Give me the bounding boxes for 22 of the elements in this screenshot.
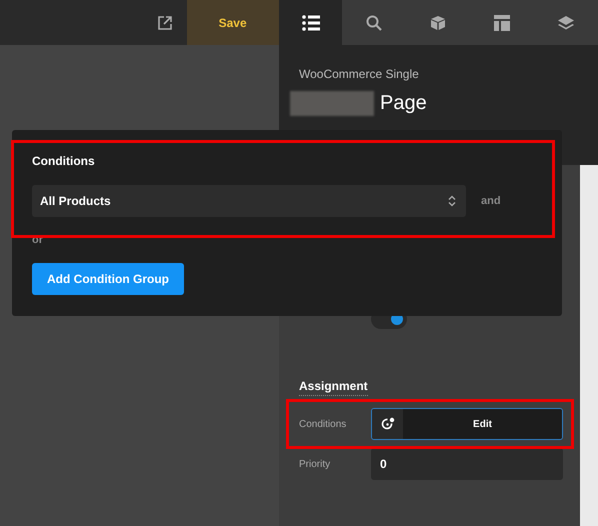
assignment-heading: Assignment xyxy=(299,379,368,396)
scrollbar-track[interactable] xyxy=(580,165,598,526)
layers-icon xyxy=(557,14,576,30)
layout-icon xyxy=(494,14,510,30)
conditions-field[interactable]: Edit xyxy=(371,408,563,440)
conditions-label: Conditions xyxy=(299,418,348,430)
list-icon xyxy=(302,14,320,30)
priority-field[interactable]: 0 xyxy=(371,448,563,480)
and-label: and xyxy=(481,195,501,207)
condition-select[interactable]: All Products xyxy=(32,185,466,217)
cube-icon xyxy=(430,14,446,30)
template-title: Page xyxy=(380,92,427,115)
conditions-heading: Conditions xyxy=(32,154,95,168)
search-icon xyxy=(366,14,382,30)
save-button[interactable]: Save xyxy=(186,0,279,45)
edit-button[interactable]: Edit xyxy=(403,409,562,439)
external-link-icon[interactable] xyxy=(156,14,173,30)
template-type: WooCommerce Single xyxy=(299,67,420,81)
toolbar-tab[interactable] xyxy=(278,0,342,45)
priority-label: Priority xyxy=(299,458,332,470)
chevron-updown-icon xyxy=(448,195,456,207)
conditions-icon xyxy=(380,417,394,431)
